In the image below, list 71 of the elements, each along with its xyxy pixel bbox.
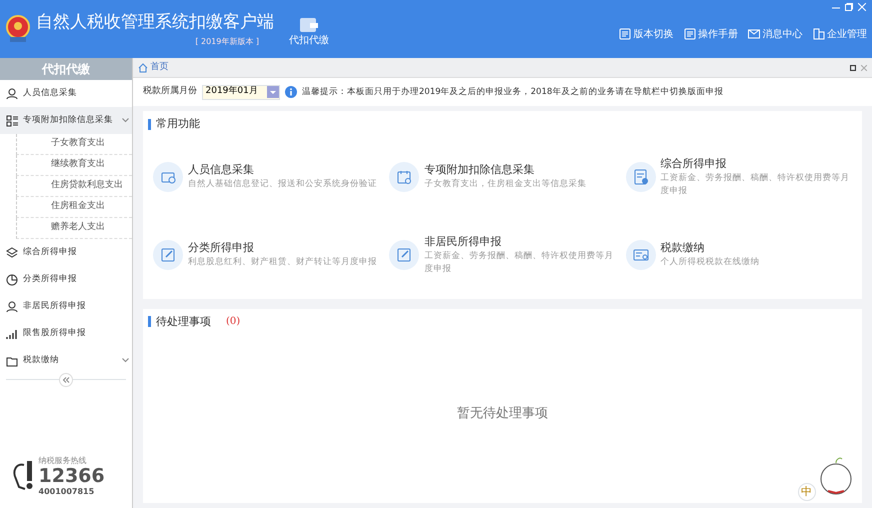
function-card[interactable]: 分类所得申报 利息股息红利、财产租赁、财产转让等月度申报 — [148, 216, 384, 294]
sidebar-subitem[interactable]: 住房租金支出 — [16, 197, 132, 218]
folder-icon — [6, 354, 18, 366]
card-description: 子女教育支出，住房租金支出等信息采集 — [424, 178, 586, 192]
person-icon — [6, 88, 18, 100]
card-description: 个人所得税税款在线缴纳 — [660, 256, 760, 270]
hotline-number: 12366 — [38, 467, 105, 486]
pie-chart-icon — [6, 274, 18, 286]
card-title: 专项附加扣除信息采集 — [424, 162, 536, 178]
edit-icon — [159, 246, 177, 264]
sidebar-title: 代扣代缴 — [0, 58, 132, 80]
section-title: 常用功能 — [156, 116, 200, 132]
form-icon — [632, 168, 650, 186]
card-description: 自然人基础信息登记、报送和公安系统身份验证 — [188, 178, 377, 192]
home-tab[interactable]: 首页 — [138, 60, 168, 74]
document-icon — [619, 28, 631, 40]
emblem-icon — [5, 15, 31, 43]
version-label: [ 2019年新版本 ] — [195, 36, 259, 48]
home-icon — [138, 62, 148, 72]
list-icon — [6, 114, 18, 126]
card-title: 分类所得申报 — [188, 240, 255, 256]
layers-icon — [6, 246, 18, 258]
function-card[interactable]: 非居民所得申报 工资薪金、劳务报酬、稿酬、特许权使用费等月度申报 — [384, 216, 621, 294]
month-field[interactable]: 2019年01月 — [202, 84, 280, 100]
sidebar-item[interactable]: 税款缴纳 — [0, 347, 132, 374]
dropdown-icon[interactable] — [267, 86, 279, 98]
mail-icon — [748, 28, 760, 40]
function-card[interactable]: 税款缴纳 个人所得税税款在线缴纳 — [620, 216, 857, 294]
sidebar-item[interactable]: 限售股所得申报 — [0, 320, 132, 347]
sidebar-subitem[interactable]: 继续教育支出 — [16, 155, 132, 176]
card-title: 人员信息采集 — [188, 162, 255, 178]
wallet-icon — [299, 15, 319, 33]
sidebar-subitem[interactable]: 赡养老人支出 — [16, 218, 132, 239]
card-description: 利息股息红利、财产租赁、财产转让等月度申报 — [188, 256, 377, 270]
hotline-label: 纳税服务热线 — [38, 455, 88, 467]
sidebar-subitem[interactable]: 子女教育支出 — [16, 134, 132, 155]
building-icon — [812, 28, 824, 40]
card-description: 工资薪金、劳务报酬、稿酬、特许权使用费等月度申报 — [424, 250, 614, 276]
close-icon[interactable] — [861, 64, 867, 70]
toolbar-button[interactable]: 企业管理 — [812, 26, 867, 42]
card-title: 非居民所得申报 — [424, 234, 502, 250]
card-title: 税款缴纳 — [660, 240, 706, 256]
collapse-icon[interactable] — [59, 373, 73, 387]
bar-chart-icon — [6, 328, 18, 340]
toolbar-button[interactable]: 版本切换 — [619, 26, 674, 42]
toolbar-button[interactable]: 消息中心 — [748, 26, 802, 42]
empty-message: 暂无待处理事项 — [457, 405, 548, 424]
notice-text: 温馨提示：本板面只用于办理2019年及之后的申报业务，2018年及之前的业务请在导航栏中切换版面申报 — [302, 86, 724, 98]
section-title: 待处理事项 — [156, 314, 211, 330]
edit-icon — [395, 246, 414, 264]
function-card[interactable]: 专项附加扣除信息采集 子女教育支出，住房租金支出等信息采集 — [384, 138, 621, 216]
pending-count: (0) — [226, 315, 240, 330]
function-card[interactable]: 综合所得申报 工资薪金、劳务报酬、稿酬、特许权使用费等月度申报 — [620, 138, 857, 216]
month-label: 税款所属月份 — [143, 85, 197, 98]
document-icon — [684, 28, 696, 40]
function-card[interactable]: 人员信息采集 自然人基础信息登记、报送和公安系统身份验证 — [148, 138, 384, 216]
sidebar-item[interactable]: 非居民所得申报 — [0, 293, 132, 320]
card-description: 工资薪金、劳务报酬、稿酬、特许权使用费等月度申报 — [660, 172, 851, 198]
app-title: 自然人税收管理系统扣缴客户端 — [36, 11, 274, 34]
sidebar-item[interactable]: 人员信息采集 — [0, 80, 132, 107]
toolbar-button[interactable]: 操作手册 — [684, 26, 738, 42]
person-icon — [6, 300, 18, 312]
phone-number: 4001007815 — [38, 486, 96, 498]
module-button[interactable]: 代扣代缴 — [289, 15, 329, 48]
info-icon — [285, 86, 297, 98]
sidebar-item[interactable]: 综合所得申报 — [0, 239, 132, 266]
restore-icon[interactable] — [850, 64, 856, 70]
card-title: 综合所得申报 — [660, 156, 728, 172]
sidebar-subitem[interactable]: 住房贷款利息支出 — [16, 176, 132, 197]
sidebar-item[interactable]: 分类所得申报 — [0, 266, 132, 293]
sidebar-item[interactable]: 专项附加扣除信息采集 — [0, 107, 132, 134]
